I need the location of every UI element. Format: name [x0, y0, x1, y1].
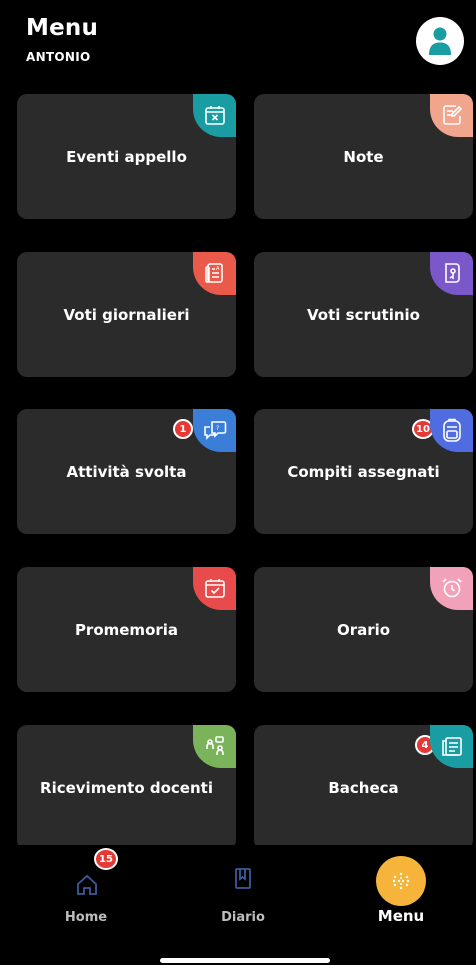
note-edit-icon-bg — [430, 94, 473, 137]
grade-list-icon: A — [205, 263, 223, 283]
teacher-meeting-icon — [206, 736, 224, 755]
card-voti-scrutinio[interactable]: Voti scrutinio — [254, 252, 473, 377]
card-eventi-appello[interactable]: Eventi appello — [17, 94, 236, 219]
grid-dots-icon — [392, 872, 410, 890]
card-voti-giornalieri[interactable]: A Voti giornalieri — [17, 252, 236, 377]
card-label: Bacheca — [328, 779, 399, 797]
nav-label: Home — [64, 910, 108, 925]
report-card-icon — [445, 263, 460, 283]
card-label: Attività svolta — [66, 463, 187, 481]
bottom-navigation: 15 Home Diario Menu — [0, 845, 476, 965]
backpack-icon-bg — [430, 409, 473, 452]
card-orario[interactable]: Orario — [254, 567, 473, 692]
home-icon — [77, 874, 97, 895]
menu-button-circle — [376, 856, 426, 906]
card-label: Note — [343, 148, 384, 166]
card-note[interactable]: Note — [254, 94, 473, 219]
menu-grid: Eventi appello Note A Voti giornalieri V… — [0, 0, 476, 845]
calendar-x-icon-bg — [193, 94, 236, 137]
nav-home[interactable]: 15 Home — [36, 845, 136, 945]
alarm-clock-icon-bg — [430, 567, 473, 610]
card-label: Orario — [336, 621, 391, 639]
card-ricevimento-docenti[interactable]: Ricevimento docenti — [17, 725, 236, 845]
card-label: Promemoria — [74, 621, 179, 639]
card-bacheca[interactable]: 4 Bacheca — [254, 725, 473, 845]
alarm-clock-icon — [442, 578, 462, 598]
nav-diario[interactable]: Diario — [193, 845, 293, 945]
card-label: Eventi appello — [66, 148, 187, 166]
card-promemoria[interactable]: Promemoria — [17, 567, 236, 692]
card-label: Voti giornalieri — [63, 306, 190, 324]
calendar-check-icon — [205, 579, 225, 598]
card-compiti-assegnati[interactable]: 10 Compiti assegnati — [254, 409, 473, 534]
card-label: Ricevimento docenti — [40, 779, 213, 797]
svg-text:?: ? — [216, 425, 219, 432]
chat-question-icon: ? — [204, 421, 227, 440]
card-attivita-svolta[interactable]: 1 ? Attività svolta — [17, 409, 236, 534]
nav-menu[interactable]: Menu — [351, 845, 451, 945]
bookmark-book-icon — [235, 868, 251, 889]
teacher-meeting-icon-bg — [193, 725, 236, 768]
notification-badge: 15 — [94, 848, 118, 870]
card-label: Compiti assegnati — [287, 463, 440, 481]
nav-label: Diario — [221, 910, 265, 925]
notification-badge: 1 — [173, 419, 193, 439]
nav-label: Menu — [377, 907, 425, 925]
home-indicator — [160, 958, 330, 963]
backpack-icon — [443, 418, 461, 442]
card-label: Voti scrutinio — [307, 306, 420, 324]
svg-text:A: A — [216, 266, 220, 272]
report-card-icon-bg — [430, 252, 473, 295]
calendar-check-icon-bg — [193, 567, 236, 610]
note-edit-icon — [443, 105, 463, 125]
calendar-x-icon — [205, 106, 225, 125]
notice-board-icon-bg — [430, 725, 473, 768]
chat-question-icon-bg: ? — [193, 409, 236, 452]
notice-board-icon — [442, 737, 462, 756]
grade-list-icon-bg: A — [193, 252, 236, 295]
